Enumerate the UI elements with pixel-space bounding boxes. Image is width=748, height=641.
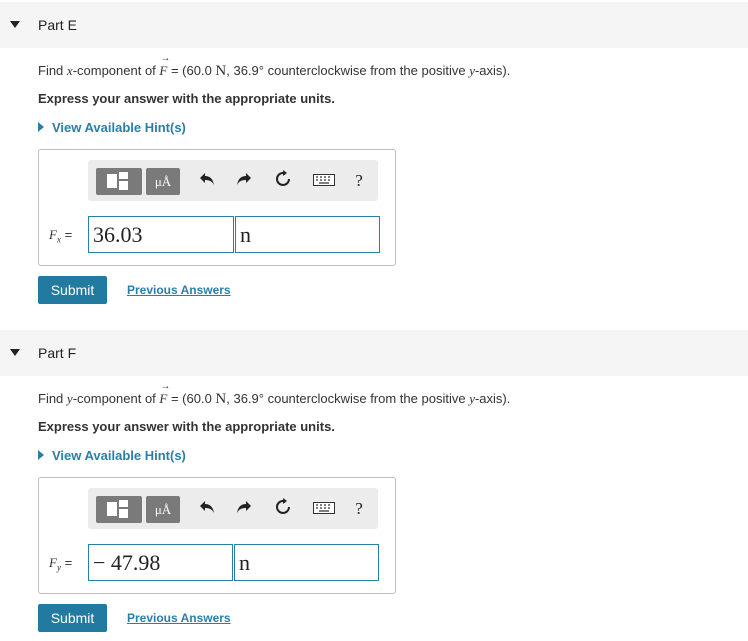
value-input[interactable]: 36.03: [88, 216, 234, 253]
collapse-caret-icon[interactable]: [10, 349, 20, 356]
template-square-icon: [107, 502, 117, 516]
part-f-instruction: Express your answer with the appropriate…: [38, 419, 335, 434]
part-e-title: Part E: [38, 17, 77, 33]
value-input[interactable]: − 47.98: [88, 544, 233, 581]
expand-triangle-icon: [38, 450, 44, 460]
help-icon[interactable]: ?: [348, 170, 370, 192]
units-button[interactable]: μÅ: [146, 168, 180, 195]
part-f-previous-answers-link[interactable]: Previous Answers: [127, 611, 231, 625]
part-f-question: Find y-component of F = (60.0 N, 36.9° c…: [38, 381, 510, 408]
part-e-hint-link[interactable]: View Available Hint(s): [38, 120, 186, 135]
undo-icon[interactable]: [196, 170, 218, 192]
part-f-hint-link[interactable]: View Available Hint(s): [38, 448, 186, 463]
part-f-answer-box: μÅ ? Fy = − 47.98 n: [38, 477, 396, 594]
answer-label: Fy =: [49, 555, 73, 573]
redo-icon[interactable]: [233, 498, 255, 520]
part-e-question: Find x-component of F = (60.0 N, 36.9° c…: [38, 53, 510, 80]
reset-icon[interactable]: [272, 170, 294, 192]
undo-icon[interactable]: [196, 498, 218, 520]
math-toolbar: μÅ ?: [88, 160, 378, 201]
math-toolbar: μÅ ?: [88, 488, 378, 529]
part-e-answer-box: μÅ ? Fx = 36.03 n: [38, 149, 396, 266]
template-square-icon: [107, 174, 117, 188]
part-f-submit-button[interactable]: Submit: [38, 604, 107, 632]
part-e-header[interactable]: Part E: [0, 2, 748, 48]
unit-input[interactable]: n: [235, 216, 380, 253]
unit-input[interactable]: n: [234, 544, 379, 581]
part-e-previous-answers-link[interactable]: Previous Answers: [127, 283, 231, 297]
keyboard-icon[interactable]: [312, 170, 336, 192]
part-e-submit-button[interactable]: Submit: [38, 276, 107, 304]
reset-icon[interactable]: [272, 498, 294, 520]
part-f-header[interactable]: Part F: [0, 330, 748, 376]
answer-label: Fx =: [49, 227, 73, 245]
part-e-instruction: Express your answer with the appropriate…: [38, 91, 335, 106]
templates-button[interactable]: [96, 496, 142, 523]
collapse-caret-icon[interactable]: [10, 21, 20, 28]
part-f-title: Part F: [38, 345, 77, 361]
templates-button[interactable]: [96, 168, 142, 195]
keyboard-icon[interactable]: [312, 498, 336, 520]
redo-icon[interactable]: [233, 170, 255, 192]
help-icon[interactable]: ?: [348, 498, 370, 520]
units-button[interactable]: μÅ: [146, 496, 180, 523]
expand-triangle-icon: [38, 122, 44, 132]
